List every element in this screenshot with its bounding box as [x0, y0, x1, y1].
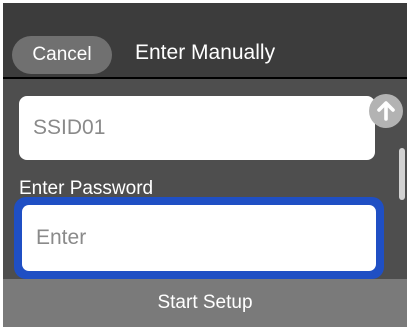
password-field-focus-ring: Enter [14, 197, 384, 279]
page-title: Enter Manually [135, 41, 276, 64]
start-setup-button[interactable]: Start Setup [3, 279, 407, 327]
cancel-button[interactable]: Cancel [12, 36, 112, 74]
scrollbar[interactable] [399, 139, 405, 279]
screen: Cancel Enter Manually SSID01 Enter Passw… [3, 3, 407, 327]
form-panel: SSID01 Enter Password Enter [3, 79, 407, 279]
header-bar: Cancel Enter Manually [3, 3, 407, 77]
scrollbar-thumb[interactable] [399, 148, 405, 200]
password-input[interactable]: Enter [22, 205, 376, 271]
ssid-field[interactable]: SSID01 [19, 96, 375, 160]
arrow-up-icon [377, 101, 395, 121]
scroll-up-button[interactable] [369, 94, 403, 128]
